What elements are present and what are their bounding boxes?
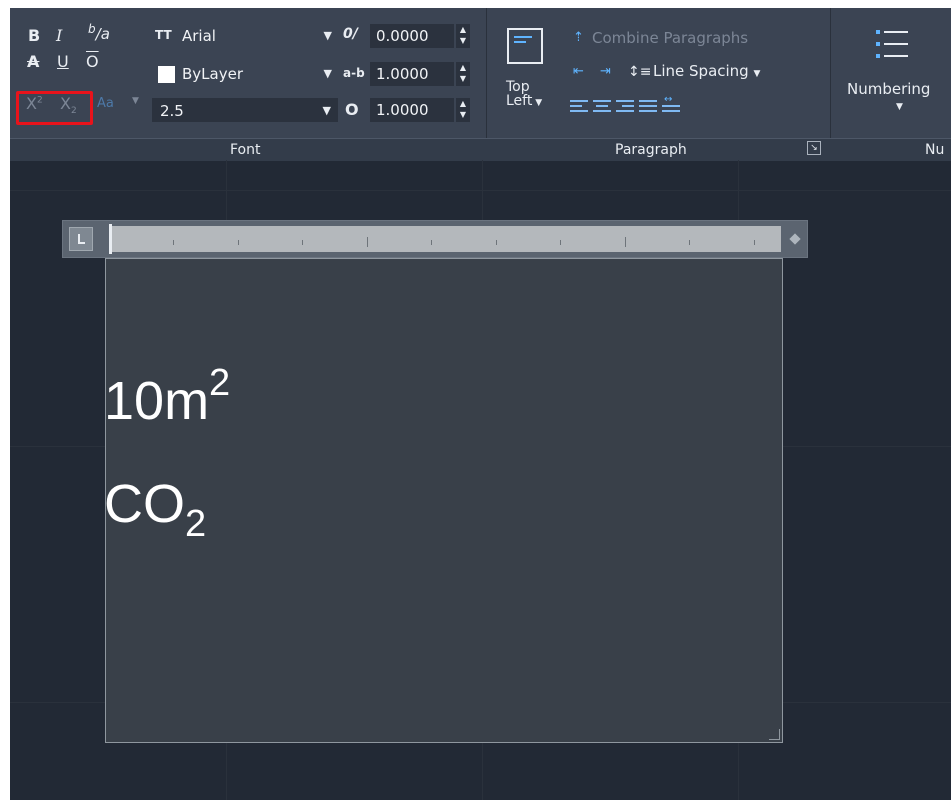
align-center-icon[interactable]	[593, 98, 611, 114]
tracking-input[interactable]: 1.0000	[370, 62, 454, 86]
decrease-indent-icon[interactable]: ⇤	[573, 64, 584, 79]
width-factor-icon: O	[345, 100, 359, 119]
increase-indent-icon[interactable]: ⇥	[600, 64, 611, 79]
distribute-icon[interactable]: ↔	[662, 95, 680, 114]
chevron-down-icon: ▼	[322, 104, 331, 117]
stack-top-text: b	[88, 22, 96, 36]
resize-grip-icon[interactable]	[769, 729, 780, 740]
underline-button[interactable]: U	[57, 52, 69, 71]
paragraph-group-label: Paragraph	[615, 142, 687, 158]
ribbon-group-labels: Font Paragraph ↘ Nu	[10, 138, 951, 161]
width-factor-spinner[interactable]: ▲ ▼	[456, 98, 470, 122]
numbering-button[interactable]: Numbering	[847, 80, 930, 98]
justification-button[interactable]: Top Left ▼	[506, 80, 542, 110]
align-right-icon[interactable]	[616, 98, 634, 114]
line-spacing-button[interactable]: Line Spacing ▼	[653, 62, 760, 80]
text-height-value: 2.5	[160, 102, 184, 120]
app-window: B I b/a A U O X2 X2 Aa ▼ TT Arial ▼ ByLa…	[10, 8, 951, 800]
oblique-angle-spinner[interactable]: ▲ ▼	[456, 24, 470, 48]
justification-line2: Left	[506, 93, 533, 109]
chevron-down-icon: ▼	[323, 29, 332, 42]
mtext-editor[interactable]: 10m2 CO2	[104, 258, 783, 743]
area-base-text: 10m	[104, 371, 210, 431]
area-superscript-text: 2	[209, 362, 231, 404]
align-left-icon[interactable]	[570, 98, 588, 114]
text-line-formula[interactable]: CO2	[104, 474, 206, 543]
formula-base-text: CO	[104, 474, 185, 534]
ruler-width-handle-icon[interactable]	[789, 233, 801, 245]
ruler-track[interactable]	[109, 226, 781, 252]
text-height-dropdown[interactable]: 2.5 ▼	[152, 98, 338, 122]
color-dropdown-value: ByLayer	[182, 65, 243, 83]
text-line-area[interactable]: 10m2	[104, 364, 230, 431]
font-dropdown[interactable]: Arial ▼	[152, 24, 338, 48]
color-dropdown[interactable]: ByLayer ▼	[152, 62, 338, 86]
overline-button[interactable]: O	[86, 52, 99, 71]
combine-paragraphs-button[interactable]: Combine Paragraphs	[592, 29, 748, 47]
oblique-angle-icon: 0/	[343, 26, 358, 42]
tracking-icon: a-b	[343, 66, 365, 80]
width-factor-input[interactable]: 1.0000	[370, 98, 454, 122]
font-group-label: Font	[230, 142, 261, 158]
bold-button[interactable]: B	[28, 26, 40, 45]
line-spacing-label: Line Spacing	[653, 62, 749, 80]
tracking-spinner[interactable]: ▲ ▼	[456, 62, 470, 86]
italic-button[interactable]: I	[56, 26, 62, 45]
strikethrough-button[interactable]: A	[27, 52, 39, 71]
change-case-button[interactable]: Aa	[97, 96, 114, 111]
indent-marker-icon[interactable]	[109, 224, 112, 254]
superscript-subscript-highlight	[16, 91, 93, 125]
chevron-down-icon[interactable]: ▼	[896, 102, 903, 112]
stack-button[interactable]: b/a	[88, 22, 110, 43]
oblique-angle-input[interactable]: 0.0000	[370, 24, 454, 48]
color-swatch-icon	[158, 66, 175, 83]
line-spacing-icon: ↕≡	[628, 64, 652, 80]
justify-icon[interactable]	[639, 98, 657, 114]
font-dropdown-value: Arial	[182, 27, 216, 45]
tab-type-icon[interactable]	[69, 227, 93, 251]
change-case-arrow-icon[interactable]: ▼	[132, 96, 139, 106]
chevron-down-icon: ▼	[753, 69, 761, 79]
justification-icon[interactable]	[507, 28, 543, 64]
numbering-group-label: Nu	[925, 142, 945, 158]
combine-paragraphs-icon: ⇡	[573, 30, 584, 45]
formula-subscript-text: 2	[185, 503, 207, 545]
justification-line1: Top	[506, 79, 530, 95]
ribbon: B I b/a A U O X2 X2 Aa ▼ TT Arial ▼ ByLa…	[10, 8, 951, 160]
dialog-launcher-icon[interactable]: ↘	[807, 141, 821, 155]
chevron-down-icon: ▼	[323, 67, 332, 80]
stack-bottom-text: a	[100, 25, 110, 43]
chevron-down-icon: ▼	[532, 98, 543, 108]
text-ruler[interactable]	[62, 220, 808, 258]
numbering-list-icon[interactable]	[876, 28, 910, 64]
